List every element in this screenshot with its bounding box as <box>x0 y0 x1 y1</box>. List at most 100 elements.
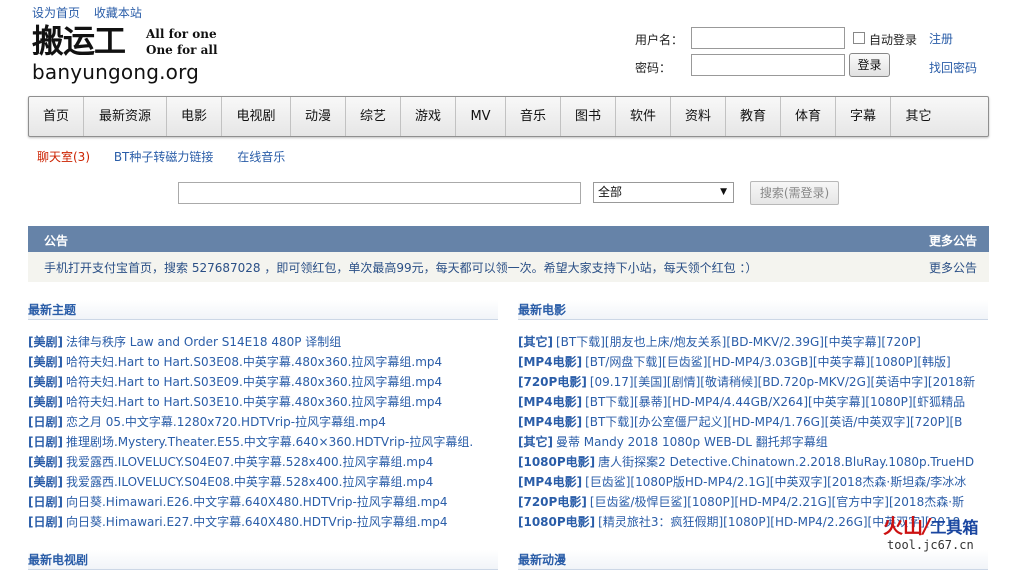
set-homepage-link[interactable]: 设为首页 <box>32 6 80 20</box>
item-title[interactable]: 哈符夫妇.Hart to Hart.S03E08.中英字幕.480x360.拉风… <box>66 355 442 369</box>
list-item[interactable]: [其它] [BT下载][朋友也上床/炮友关系][BD-MKV/2.39G][中英字… <box>518 332 988 352</box>
list-item[interactable]: [美剧] 哈符夫妇.Hart to Hart.S03E09.中英字幕.480x36… <box>28 372 498 392</box>
list-item[interactable]: [日剧] 推理剧场.Mystery.Theater.E55.中文字幕.640×36… <box>28 432 498 452</box>
item-category: [1080P电影] <box>518 515 596 529</box>
watermark-main: 火山/工具箱 <box>883 510 978 539</box>
item-title[interactable]: 向日葵.Himawari.E27.中文字幕.640X480.HDTVrip-拉风… <box>66 515 448 529</box>
watermark-brand: 火山 <box>883 514 923 538</box>
nav-mv[interactable]: MV <box>456 97 506 136</box>
list-item[interactable]: [MP4电影] [BT/网盘下载][巨齿鲨][HD-MP4/3.03GB][中英字… <box>518 352 988 372</box>
item-title[interactable]: [BT下载][办公室僵尸起义][HD-MP4/1.76G][英语/中英双字][7… <box>585 415 962 429</box>
nav-latest[interactable]: 最新资源 <box>84 97 167 136</box>
latest-topics-list: [美剧] 法律与秩序 Law and Order S14E18 480P 译制组 … <box>28 332 498 532</box>
chatroom-link[interactable]: 聊天室(3) <box>37 150 90 164</box>
item-category: [日剧] <box>28 515 63 529</box>
list-item[interactable]: [720P电影] [巨齿鲨/极悍巨鲨][1080P][HD-MP4/2.21G][… <box>518 492 988 512</box>
list-item[interactable]: [日剧] 恋之月 05.中文字幕.1280x720.HDTVrip-拉风字幕组.m… <box>28 412 498 432</box>
latest-topics-section: 最新主题 [美剧] 法律与秩序 Law and Order S14E18 480P… <box>28 300 498 532</box>
nav-subtitles[interactable]: 字幕 <box>836 97 891 136</box>
nav-software[interactable]: 软件 <box>616 97 671 136</box>
search-input[interactable] <box>178 182 581 204</box>
list-item[interactable]: [日剧] 向日葵.Himawari.E27.中文字幕.640X480.HDTVri… <box>28 512 498 532</box>
list-item[interactable]: [MP4电影] [BT下载][办公室僵尸起义][HD-MP4/1.76G][英语/… <box>518 412 988 432</box>
item-title[interactable]: [BT/网盘下载][巨齿鲨][HD-MP4/3.03GB][中英字幕][1080… <box>585 355 951 369</box>
site-logo[interactable]: 搬运工 All for one One for all banyungong.o… <box>32 22 252 90</box>
nav-movies[interactable]: 电影 <box>167 97 222 136</box>
nav-other[interactable]: 其它 <box>891 97 946 136</box>
item-title[interactable]: [巨齿鲨/极悍巨鲨][1080P][HD-MP4/2.21G][官方中字][20… <box>590 495 964 509</box>
list-item[interactable]: [MP4电影] [BT下载][暴蒂][HD-MP4/4.44GB/X264][中英… <box>518 392 988 412</box>
item-title[interactable]: [BT下载][暴蒂][HD-MP4/4.44GB/X264][中英字幕][108… <box>585 395 965 409</box>
list-item[interactable]: [1080P电影] 唐人街探案2 Detective.Chinatown.2.20… <box>518 452 988 472</box>
item-category: [其它] <box>518 435 553 449</box>
list-item[interactable]: [720P电影] [09.17][美国][剧情][敬请稍候][BD.720p-MK… <box>518 372 988 392</box>
nav-books[interactable]: 图书 <box>561 97 616 136</box>
item-category: [MP4电影] <box>518 475 583 489</box>
logo-slogan-1: All for one <box>146 27 217 41</box>
forgot-password-link[interactable]: 找回密码 <box>929 59 977 76</box>
more-notices-link[interactable]: 更多公告 <box>929 232 977 249</box>
nav-tv[interactable]: 电视剧 <box>222 97 291 136</box>
login-button[interactable]: 登录 <box>849 53 890 77</box>
list-item[interactable]: [美剧] 我爱露西.ILOVELUCY.S04E08.中英字幕.528x400.拉… <box>28 472 498 492</box>
item-category: [美剧] <box>28 395 63 409</box>
item-category: [MP4电影] <box>518 355 583 369</box>
item-category: [美剧] <box>28 335 63 349</box>
search-button[interactable]: 搜索(需登录) <box>750 181 839 205</box>
item-title[interactable]: [巨齿鲨][1080P版HD-MP4/2.1G][中英双字][2018杰森·斯坦… <box>585 475 966 489</box>
nav-sports[interactable]: 体育 <box>781 97 836 136</box>
notice-text[interactable]: 手机打开支付宝首页，搜索 527687028 ，即可领红包，单次最高99元，每天… <box>44 259 757 276</box>
list-item[interactable]: [MP4电影] [巨齿鲨][1080P版HD-MP4/2.1G][中英双字][20… <box>518 472 988 492</box>
item-category: [日剧] <box>28 435 63 449</box>
item-title[interactable]: 推理剧场.Mystery.Theater.E55.中文字幕.640×360.HD… <box>66 435 473 449</box>
item-category: [720P电影] <box>518 375 587 389</box>
bt-magnet-link[interactable]: BT种子转磁力链接 <box>114 150 214 164</box>
username-input[interactable] <box>691 27 845 49</box>
bookmark-link[interactable]: 收藏本站 <box>94 6 142 20</box>
nav-home[interactable]: 首页 <box>29 97 84 136</box>
register-link[interactable]: 注册 <box>929 30 953 47</box>
auto-login-label: 自动登录 <box>869 33 918 47</box>
nav-variety[interactable]: 综艺 <box>346 97 401 136</box>
more-notices-link-2[interactable]: 更多公告 <box>929 259 977 276</box>
item-category: [MP4电影] <box>518 415 583 429</box>
login-form: 用户名： 自动登录 注册 密码： 登录 找回密码 <box>630 26 1010 86</box>
item-title[interactable]: 唐人街探案2 Detective.Chinatown.2.2018.BluRay… <box>598 455 974 469</box>
list-item[interactable]: [美剧] 哈符夫妇.Hart to Hart.S03E10.中英字幕.480x36… <box>28 392 498 412</box>
latest-tv-section: 最新电视剧 <box>28 550 498 570</box>
item-category: [日剧] <box>28 415 63 429</box>
search-scope-value: 全部 <box>598 185 623 199</box>
main-nav: 首页 最新资源 电影 电视剧 动漫 综艺 游戏 MV 音乐 图书 软件 资料 教… <box>28 96 989 137</box>
item-title[interactable]: 哈符夫妇.Hart to Hart.S03E09.中英字幕.480x360.拉风… <box>66 375 442 389</box>
item-title[interactable]: [09.17][美国][剧情][敬请稍候][BD.720p-MKV/2G][英语… <box>590 375 975 389</box>
username-label: 用户名： <box>635 33 684 47</box>
nav-music[interactable]: 音乐 <box>506 97 561 136</box>
item-title[interactable]: 曼蒂 Mandy 2018 1080p WEB-DL 翻托邦字幕组 <box>556 435 828 449</box>
list-item[interactable]: [其它] 曼蒂 Mandy 2018 1080p WEB-DL 翻托邦字幕组 <box>518 432 988 452</box>
nav-materials[interactable]: 资料 <box>671 97 726 136</box>
nav-anime[interactable]: 动漫 <box>291 97 346 136</box>
item-title[interactable]: [BT下载][朋友也上床/炮友关系][BD-MKV/2.39G][中英字幕][7… <box>556 335 921 349</box>
chevron-down-icon: ▼ <box>720 187 727 197</box>
item-title[interactable]: 哈符夫妇.Hart to Hart.S03E10.中英字幕.480x360.拉风… <box>66 395 442 409</box>
nav-education[interactable]: 教育 <box>726 97 781 136</box>
item-category: [美剧] <box>28 355 63 369</box>
top-links: 设为首页 收藏本站 <box>32 4 152 21</box>
online-music-link[interactable]: 在线音乐 <box>237 150 285 164</box>
password-input[interactable] <box>691 54 845 76</box>
list-item[interactable]: [日剧] 向日葵.Himawari.E26.中文字幕.640X480.HDTVri… <box>28 492 498 512</box>
item-title[interactable]: 我爱露西.ILOVELUCY.S04E07.中英字幕.528x400.拉风字幕组… <box>66 455 433 469</box>
search-scope-select[interactable]: 全部 ▼ <box>593 182 734 203</box>
list-item[interactable]: [美剧] 哈符夫妇.Hart to Hart.S03E08.中英字幕.480x36… <box>28 352 498 372</box>
item-title[interactable]: 法律与秩序 Law and Order S14E18 480P 译制组 <box>66 335 341 349</box>
list-item[interactable]: [美剧] 我爱露西.ILOVELUCY.S04E07.中英字幕.528x400.拉… <box>28 452 498 472</box>
list-item[interactable]: [美剧] 法律与秩序 Law and Order S14E18 480P 译制组 <box>28 332 498 352</box>
item-title[interactable]: 我爱露西.ILOVELUCY.S04E08.中英字幕.528x400.拉风字幕组… <box>66 475 433 489</box>
auto-login-checkbox[interactable] <box>853 32 865 44</box>
item-title[interactable]: 恋之月 05.中文字幕.1280x720.HDTVrip-拉风字幕组.mp4 <box>66 415 386 429</box>
item-title[interactable]: 向日葵.Himawari.E26.中文字幕.640X480.HDTVrip-拉风… <box>66 495 448 509</box>
item-category: [美剧] <box>28 475 63 489</box>
latest-movies-list: [其它] [BT下载][朋友也上床/炮友关系][BD-MKV/2.39G][中英字… <box>518 332 988 532</box>
item-category: [MP4电影] <box>518 395 583 409</box>
nav-games[interactable]: 游戏 <box>401 97 456 136</box>
